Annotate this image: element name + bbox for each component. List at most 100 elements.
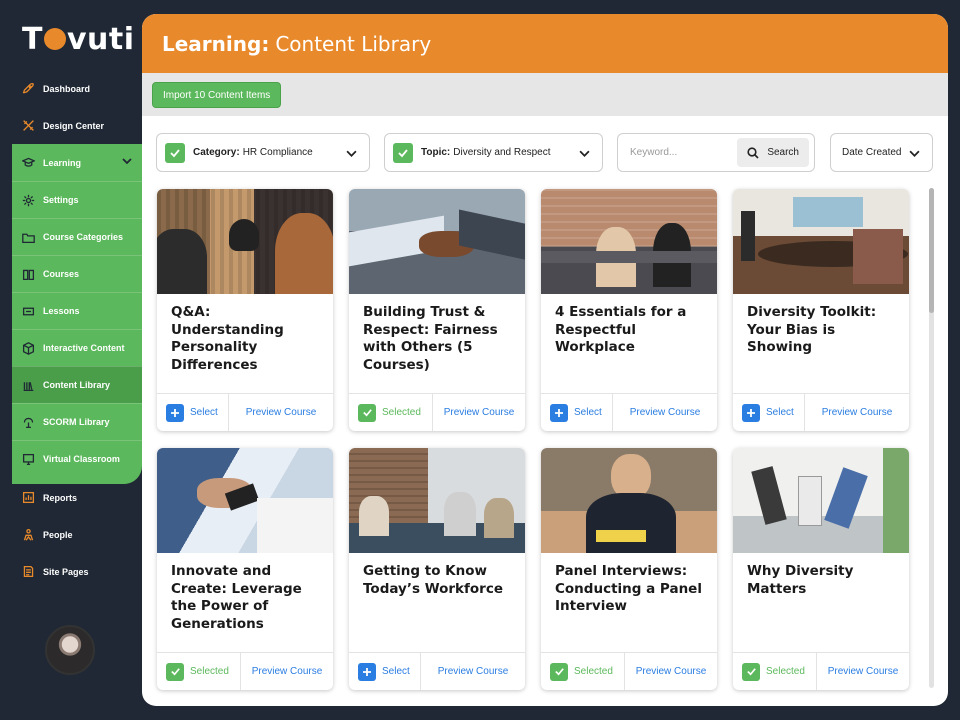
search-button-label: Search <box>767 147 799 158</box>
topic-filter[interactable]: Topic: Diversity and Respect <box>384 133 603 172</box>
category-filter[interactable]: Category: HR Compliance <box>156 133 370 172</box>
scrollbar-thumb[interactable] <box>929 188 934 313</box>
select-label: Select <box>766 407 794 418</box>
preview-course-link[interactable]: Preview Course <box>817 666 909 677</box>
preview-course-link[interactable]: Preview Course <box>421 666 525 677</box>
sidebar-item-course-categories[interactable]: Course Categories <box>12 218 142 255</box>
sidebar-item-reports[interactable]: Reports <box>0 479 142 516</box>
book-icon <box>22 268 35 281</box>
plus-icon <box>550 403 568 422</box>
sidebar-item-label: Learning <box>43 157 82 168</box>
plus-icon <box>358 662 376 681</box>
course-title: Diversity Toolkit: Your Bias is Showing <box>747 304 877 355</box>
course-card[interactable]: Q&A: Understanding Personality Differenc… <box>157 189 333 431</box>
chevron-down-icon <box>909 150 920 157</box>
import-button[interactable]: Import 10 Content Items <box>152 81 282 108</box>
preview-course-link[interactable]: Preview Course <box>805 407 909 418</box>
sidebar-item-scorm-library[interactable]: SCORM Library <box>12 403 142 440</box>
library-icon <box>22 379 35 392</box>
plus-icon <box>742 403 760 422</box>
sidebar-item-label: SCORM Library <box>43 417 110 427</box>
select-button[interactable]: Selected <box>733 652 817 690</box>
course-card[interactable]: Why Diversity Matters Selected Preview C… <box>733 448 909 690</box>
course-thumbnail <box>733 189 909 294</box>
checkmark-icon <box>358 403 376 422</box>
tovuti-logo[interactable]: Tvuti <box>22 22 135 57</box>
graduation-cap-icon <box>22 156 35 169</box>
sidebar-item-content-library[interactable]: Content Library <box>12 366 142 403</box>
sidebar-item-interactive-content[interactable]: Interactive Content <box>12 329 142 366</box>
sidebar-item-lessons[interactable]: Lessons <box>12 292 142 329</box>
filter-label: Topic: <box>421 147 451 158</box>
checkmark-icon <box>742 662 760 681</box>
select-button[interactable]: Selected <box>541 652 625 690</box>
select-label: Selected <box>766 666 805 677</box>
search-icon <box>747 146 759 159</box>
course-card[interactable]: Innovate and Create: Leverage the Power … <box>157 448 333 690</box>
sidebar-item-label: Settings <box>43 195 79 205</box>
sidebar-item-virtual-classroom[interactable]: Virtual Classroom <box>12 440 142 477</box>
scrollbar[interactable] <box>929 188 934 688</box>
sort-value: Date Created <box>842 147 902 158</box>
card-footer: Select Preview Course <box>541 393 717 431</box>
select-button[interactable]: Select <box>541 393 613 431</box>
filter-bar: Category: HR Compliance Topic: Diversity… <box>142 133 948 173</box>
search-button[interactable]: Search <box>737 138 809 167</box>
course-title: Q&A: Understanding Personality Differenc… <box>171 304 284 373</box>
select-button[interactable]: Select <box>157 393 229 431</box>
folder-icon <box>22 231 35 244</box>
sidebar-item-people[interactable]: People <box>0 516 142 553</box>
preview-course-link[interactable]: Preview Course <box>241 666 333 677</box>
logo-text-right: vuti <box>66 22 135 57</box>
course-thumbnail <box>733 448 909 553</box>
course-card[interactable]: Getting to Know Today’s Workforce Select… <box>349 448 525 690</box>
course-thumbnail <box>541 189 717 294</box>
filter-value: Diversity and Respect <box>453 147 551 158</box>
select-label: Select <box>574 407 602 418</box>
checkmark-icon <box>166 662 184 681</box>
sidebar-item-site-pages[interactable]: Site Pages <box>0 553 142 590</box>
page-title-section: Learning: <box>162 31 270 56</box>
select-label: Selected <box>382 407 421 418</box>
sidebar-item-label: Course Categories <box>43 232 124 242</box>
sidebar-item-label: Interactive Content <box>43 343 125 353</box>
select-label: Selected <box>190 666 229 677</box>
sidebar-item-label: Virtual Classroom <box>43 454 120 464</box>
preview-course-link[interactable]: Preview Course <box>613 407 717 418</box>
search-input[interactable]: Keyword... <box>618 147 737 158</box>
sort-select[interactable]: Date Created <box>830 133 933 172</box>
avatar[interactable] <box>45 625 95 675</box>
course-title: Building Trust & Respect: Fairness with … <box>363 304 498 373</box>
course-title: 4 Essentials for a Respectful Workplace <box>555 304 687 355</box>
course-card[interactable]: Building Trust & Respect: Fairness with … <box>349 189 525 431</box>
pages-icon <box>22 565 35 578</box>
sidebar-item-learning[interactable]: Learning <box>12 144 142 181</box>
sidebar-item-design-center[interactable]: Design Center <box>0 107 142 144</box>
toolbar: Import 10 Content Items <box>142 73 948 116</box>
sidebar-item-settings[interactable]: Settings <box>12 181 142 218</box>
sidebar-item-label: Courses <box>43 269 80 279</box>
preview-course-link[interactable]: Preview Course <box>625 666 717 677</box>
course-thumbnail <box>541 448 717 553</box>
course-card[interactable]: Panel Interviews: Conducting a Panel Int… <box>541 448 717 690</box>
course-thumbnail <box>349 448 525 553</box>
course-card[interactable]: Diversity Toolkit: Your Bias is Showing … <box>733 189 909 431</box>
course-thumbnail <box>349 189 525 294</box>
sidebar-item-dashboard[interactable]: Dashboard <box>0 70 142 107</box>
sidebar-item-courses[interactable]: Courses <box>12 255 142 292</box>
page-title: Content Library <box>275 31 432 56</box>
main-panel: Learning: Content Library Import 10 Cont… <box>142 14 948 706</box>
chevron-down-icon <box>579 150 590 157</box>
keyword-search: Keyword... Search <box>617 133 815 172</box>
preview-course-link[interactable]: Preview Course <box>433 407 525 418</box>
course-card[interactable]: 4 Essentials for a Respectful Workplace … <box>541 189 717 431</box>
select-button[interactable]: Selected <box>157 652 241 690</box>
select-button[interactable]: Selected <box>349 393 433 431</box>
rocket-icon <box>22 82 35 95</box>
sidebar-item-label: Lessons <box>43 306 80 316</box>
card-footer: Selected Preview Course <box>733 652 909 690</box>
select-button[interactable]: Select <box>733 393 805 431</box>
cube-icon <box>22 341 35 355</box>
select-button[interactable]: Select <box>349 652 421 690</box>
preview-course-link[interactable]: Preview Course <box>229 407 333 418</box>
